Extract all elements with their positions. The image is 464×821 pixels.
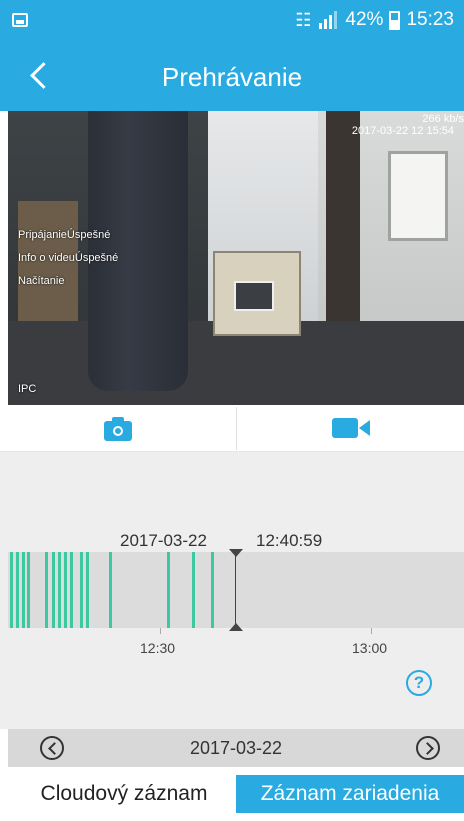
timeline-date: 2017-03-22: [120, 531, 207, 550]
record-button[interactable]: [332, 415, 372, 443]
recording-segment: [211, 552, 214, 628]
recording-segment: [45, 552, 48, 628]
bitrate-label: 266 kb/s: [422, 113, 464, 125]
recording-segment: [16, 552, 19, 628]
signal-icon: [317, 11, 339, 29]
clock: 15:23: [406, 9, 454, 30]
recording-segment: [86, 552, 89, 628]
timeline-time: 12:40:59: [256, 531, 323, 550]
status-line-info: Info o videuÚspešné: [18, 252, 119, 264]
snapshot-button[interactable]: [100, 413, 136, 443]
divider: [236, 407, 237, 450]
action-bar: [0, 405, 464, 452]
status-bar: ☷ 42% 15:23: [0, 0, 464, 40]
gallery-icon: [12, 13, 28, 27]
tab-device-recording[interactable]: Záznam zariadenia: [236, 775, 464, 813]
source-tabs: Cloudový záznam Záznam zariadenia: [0, 767, 464, 821]
wifi-icon: ☷: [295, 9, 312, 30]
timeline-panel: 2017-03-22 12:40:59 12:30 13:00 ?: [0, 452, 464, 729]
timeline-cursor[interactable]: [235, 549, 236, 631]
battery-percent: 42%: [345, 9, 384, 30]
timeline-cursor-top: [229, 549, 243, 557]
recording-segment: [52, 552, 55, 628]
video-camera-icon: [332, 418, 358, 438]
status-line-loading: Načítanie: [18, 275, 65, 287]
recording-segment: [192, 552, 195, 628]
timeline-cursor-bottom: [229, 623, 243, 631]
recording-segment: [27, 552, 30, 628]
title-bar: Prehrávanie: [0, 40, 464, 111]
recording-segment: [70, 552, 73, 628]
recording-segment: [167, 552, 170, 628]
status-line-connect: PripájanieÚspešné: [18, 229, 111, 241]
tick-label: 12:30: [140, 640, 176, 656]
timeline-strip[interactable]: [8, 552, 464, 628]
help-icon[interactable]: ?: [406, 670, 432, 696]
date-navigation: 2017-03-22: [8, 729, 464, 767]
status-right: ☷ 42% 15:23: [295, 9, 454, 31]
next-day-button[interactable]: [416, 736, 440, 760]
video-player[interactable]: 266 kb/s 2017-03-22 12 15:54 PripájanieÚ…: [8, 111, 464, 405]
recording-segment: [10, 552, 13, 628]
battery-icon: [389, 10, 401, 30]
recording-segment: [58, 552, 61, 628]
recording-segment: [64, 552, 67, 628]
tick-label: 13:00: [352, 640, 388, 656]
tick-mark: [371, 628, 372, 634]
camera-label: IPC: [18, 383, 37, 395]
tab-cloud-recording[interactable]: Cloudový záznam: [16, 775, 232, 813]
recording-segment: [22, 552, 25, 628]
page-title: Prehrávanie: [161, 62, 303, 92]
recording-segment: [109, 552, 112, 628]
video-timestamp: 2017-03-22 12 15:54: [351, 125, 454, 137]
selected-date: 2017-03-22: [189, 738, 283, 758]
tick-mark: [160, 628, 161, 634]
recording-segment: [80, 552, 83, 628]
